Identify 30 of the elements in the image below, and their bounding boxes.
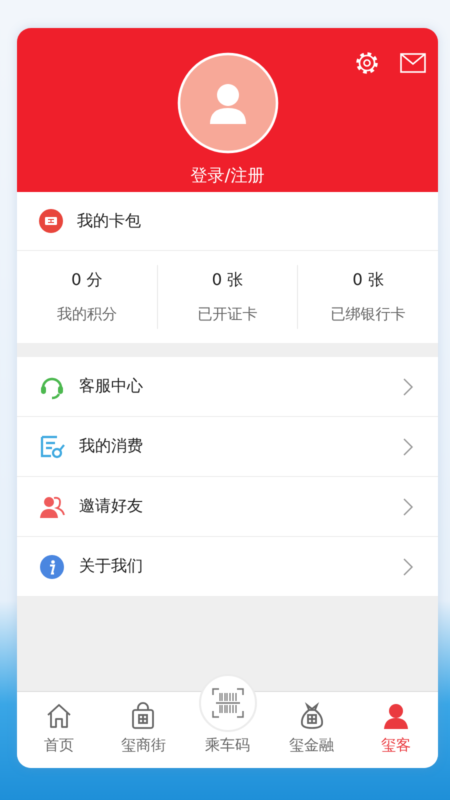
settings-icon[interactable] bbox=[354, 50, 380, 76]
tab[interactable]: 玺金融 bbox=[270, 673, 354, 768]
tab[interactable]: 乘车码 bbox=[185, 673, 270, 768]
login-link[interactable]: 登录/注册 bbox=[190, 164, 264, 187]
stat-label: 已绑银行卡 bbox=[330, 305, 406, 324]
chevron-icon bbox=[403, 378, 413, 396]
chevron-icon bbox=[403, 498, 413, 516]
menu-item[interactable]: 客服中心 bbox=[17, 357, 438, 417]
chevron-icon bbox=[403, 438, 413, 456]
tab[interactable]: 玺客 bbox=[354, 673, 438, 768]
avatar-icon[interactable] bbox=[176, 52, 278, 154]
barcode-icon bbox=[212, 688, 244, 718]
person-icon bbox=[382, 702, 410, 730]
tab[interactable]: 玺商街 bbox=[101, 673, 186, 768]
home-icon bbox=[45, 702, 74, 730]
menu-item[interactable]: 关于我们 bbox=[17, 537, 438, 597]
info-icon bbox=[39, 554, 65, 580]
tab[interactable]: 首页 bbox=[17, 673, 102, 768]
stat-value: 0 张 bbox=[352, 270, 384, 291]
card-wallet-row[interactable]: 我的卡包 bbox=[17, 192, 438, 251]
stat-label: 已开证卡 bbox=[198, 305, 258, 324]
mail-icon[interactable] bbox=[400, 53, 426, 73]
ticket-icon bbox=[39, 209, 63, 233]
stat-value: 0 张 bbox=[212, 270, 244, 291]
receipt-icon bbox=[39, 434, 65, 460]
menu-item[interactable]: 邀请好友 bbox=[17, 477, 438, 537]
stat-value: 0 分 bbox=[71, 270, 102, 291]
menu-item[interactable]: 我的消费 bbox=[17, 417, 438, 477]
chevron-icon bbox=[403, 558, 413, 576]
stat-label: 我的积分 bbox=[56, 305, 117, 324]
